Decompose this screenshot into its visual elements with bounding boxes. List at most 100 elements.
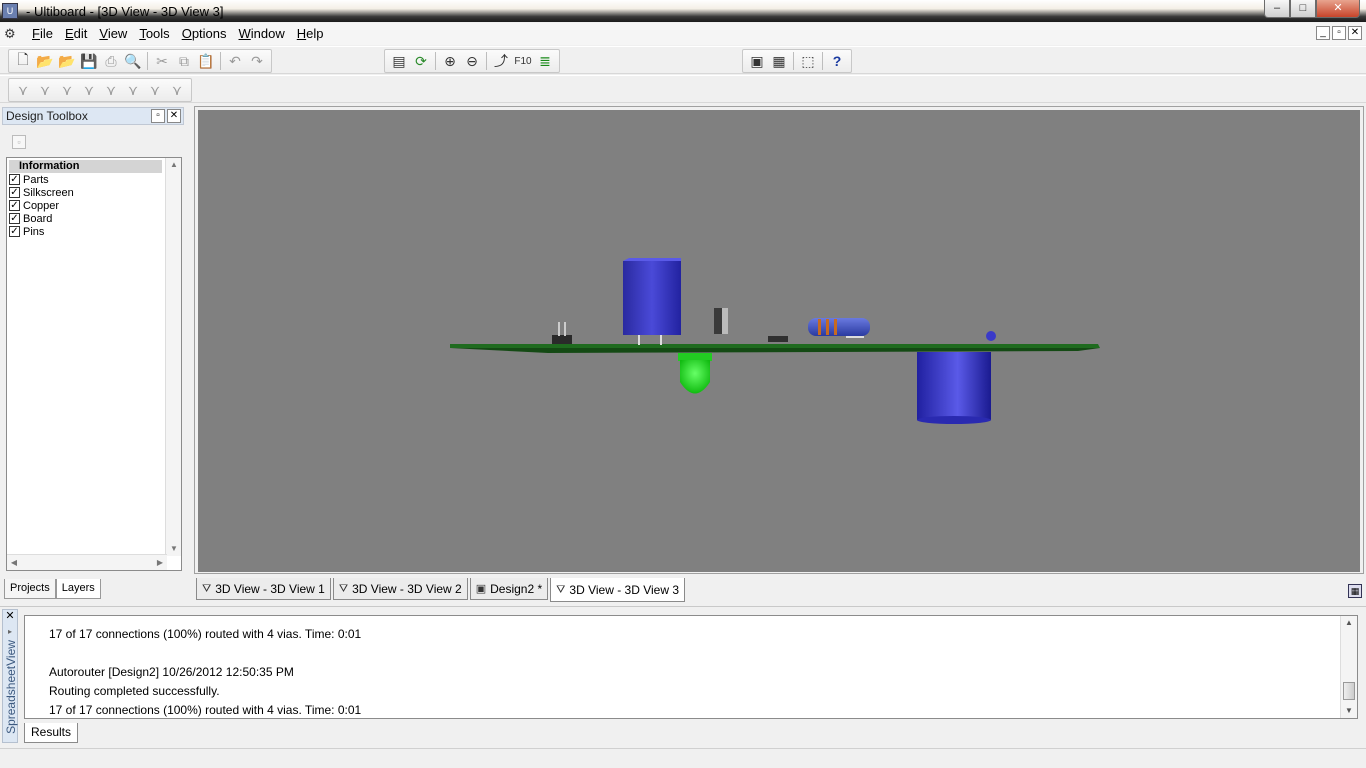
scroll-up-icon[interactable]: ▲ xyxy=(1341,616,1357,630)
toolbox-pin-button[interactable]: ▫ xyxy=(151,109,165,123)
toolbar-separator xyxy=(147,52,148,70)
scroll-down-icon[interactable]: ▼ xyxy=(1341,704,1357,718)
layer-list-horizontal-scrollbar[interactable]: ◀ ▶ xyxy=(7,554,167,570)
tab-3d-view-3[interactable]: ⛛ 3D View - 3D View 3 xyxy=(550,578,686,602)
tab-results[interactable]: Results xyxy=(24,723,79,743)
layer-list-vertical-scrollbar[interactable]: ▲ ▼ xyxy=(165,158,181,556)
menu-edit[interactable]: Edit xyxy=(59,24,93,44)
print-preview-icon[interactable]: 🔍 xyxy=(122,51,144,71)
resistor-band xyxy=(834,319,837,335)
viewport-frame xyxy=(194,106,1364,574)
new-file-icon[interactable]: 🗋 xyxy=(12,51,34,71)
tab-3d-view-2[interactable]: ⛛ 3D View - 3D View 2 xyxy=(332,578,468,600)
results-output: 17 of 17 connections (100%) routed with … xyxy=(24,615,1358,719)
minimize-button[interactable]: – xyxy=(1264,0,1290,18)
layer-item-copper[interactable]: ✓ Copper xyxy=(9,199,59,212)
ultiboard-app-icon[interactable]: U xyxy=(2,3,18,19)
window-tile-icon[interactable]: ▦ xyxy=(1348,584,1362,598)
ic-chip xyxy=(768,336,788,342)
print-icon[interactable]: ⎙ xyxy=(100,51,122,71)
filter-attributes-icon[interactable]: ⋎ xyxy=(144,80,166,100)
design-toolbox-title: Design Toolbox xyxy=(6,109,88,123)
3d-viewport[interactable] xyxy=(198,110,1360,572)
mdi-close-button[interactable]: ✕ xyxy=(1348,26,1362,40)
pcb-board xyxy=(450,344,1100,348)
menu-tools[interactable]: Tools xyxy=(133,24,175,44)
menu-window[interactable]: Window xyxy=(233,24,291,44)
copy-icon[interactable]: ⧉ xyxy=(173,51,195,71)
toolbar-separator xyxy=(435,52,436,70)
tab-label: 3D View - 3D View 1 xyxy=(215,581,325,596)
cut-icon[interactable]: ✂ xyxy=(151,51,173,71)
title-bar: U - Ultiboard - [3D View - 3D View 3] – … xyxy=(0,0,1366,22)
silkscreen-checkbox[interactable]: ✓ xyxy=(9,187,20,198)
filter-vias-icon[interactable]: ⋎ xyxy=(78,80,100,100)
filter-pins-icon[interactable]: ⋎ xyxy=(34,80,56,100)
toolbox-toggle-icon[interactable]: ▣ xyxy=(746,51,768,71)
design-toolbox: Design Toolbox ▫ ✕ ▫ Information ✓ Parts… xyxy=(2,107,184,599)
help-icon[interactable]: ? xyxy=(826,51,848,71)
filter-copper-icon[interactable]: ⋎ xyxy=(100,80,122,100)
filter-text-icon[interactable]: ⋎ xyxy=(122,80,144,100)
filter-traces-icon[interactable]: ⋎ xyxy=(56,80,78,100)
close-button[interactable]: ✕ xyxy=(1316,0,1360,18)
menu-options[interactable]: Options xyxy=(176,24,233,44)
scroll-right-icon[interactable]: ▶ xyxy=(153,555,167,571)
zoom-in-icon[interactable]: ⊕ xyxy=(439,51,461,71)
pins-checkbox[interactable]: ✓ xyxy=(9,226,20,237)
tab-projects[interactable]: Projects xyxy=(4,579,56,599)
filter-other-icon[interactable]: ⋎ xyxy=(166,80,188,100)
menu-help[interactable]: Help xyxy=(291,24,330,44)
header-connector xyxy=(552,335,572,344)
results-vertical-scrollbar[interactable]: ▲ ▼ xyxy=(1340,616,1357,718)
component-lead xyxy=(638,335,640,345)
zoom-out-icon[interactable]: ⊖ xyxy=(461,51,483,71)
tab-3d-view-1[interactable]: ⛛ 3D View - 3D View 1 xyxy=(196,578,331,600)
show-all-icon[interactable]: ▤ xyxy=(388,51,410,71)
scroll-left-icon[interactable]: ◀ xyxy=(7,555,21,571)
menu-view[interactable]: View xyxy=(93,24,133,44)
filter-parts-icon[interactable]: ⋎ xyxy=(12,80,34,100)
selection-box-icon[interactable]: ⬚ xyxy=(797,51,819,71)
menu-file[interactable]: File xyxy=(26,24,59,44)
resistor-body xyxy=(808,318,870,336)
redraw-icon[interactable]: ⟳ xyxy=(410,51,432,71)
parts-checkbox[interactable]: ✓ xyxy=(9,174,20,185)
scroll-up-icon[interactable]: ▲ xyxy=(166,158,182,172)
undo-icon[interactable]: ↶ xyxy=(224,51,246,71)
layer-item-pins[interactable]: ✓ Pins xyxy=(9,225,44,238)
toolbox-close-button[interactable]: ✕ xyxy=(167,109,181,123)
open-file-icon[interactable]: 📂 xyxy=(56,51,78,71)
layer-stack-icon[interactable]: ≣ xyxy=(534,51,556,71)
zoom-selection-icon[interactable]: ⤴ xyxy=(490,51,512,71)
scroll-thumb[interactable] xyxy=(1343,682,1355,700)
transistor-tab xyxy=(722,308,728,334)
mdi-minimize-button[interactable]: _ xyxy=(1316,26,1330,40)
scroll-down-icon[interactable]: ▼ xyxy=(166,542,182,556)
layer-item-parts[interactable]: ✓ Parts xyxy=(9,173,49,186)
paste-icon[interactable]: 📋 xyxy=(195,51,217,71)
full-screen-icon[interactable]: F10 xyxy=(512,51,534,71)
led-body xyxy=(680,360,710,394)
layer-item-silkscreen[interactable]: ✓ Silkscreen xyxy=(9,186,74,199)
layer-settings-icon[interactable]: ▫ xyxy=(12,135,26,149)
maximize-button[interactable]: □ xyxy=(1290,0,1316,18)
tab-label: 3D View - 3D View 3 xyxy=(569,582,680,597)
panel-close-icon[interactable]: ✕ xyxy=(4,610,16,622)
open-folder-icon[interactable]: 📂 xyxy=(34,51,56,71)
main-toolbar-row: 🗋 📂 📂 💾 ⎙ 🔍 ✂ ⧉ 📋 ↶ ↷ ▤ ⟳ ⊕ ⊖ ⤴ F10 ≣ ▣ … xyxy=(0,46,1366,74)
document-system-icon[interactable]: ⚙ xyxy=(4,26,20,42)
resistor-band xyxy=(818,319,821,335)
copper-checkbox[interactable]: ✓ xyxy=(9,200,20,211)
save-icon[interactable]: 💾 xyxy=(78,51,100,71)
header-pin xyxy=(558,322,560,336)
spreadsheet-toggle-icon[interactable]: ▦ xyxy=(768,51,790,71)
board-checkbox[interactable]: ✓ xyxy=(9,213,20,224)
redo-icon[interactable]: ↷ xyxy=(246,51,268,71)
tab-design2[interactable]: ▣ Design2 * xyxy=(469,578,549,600)
layer-item-board[interactable]: ✓ Board xyxy=(9,212,52,225)
pcb-3d-render[interactable] xyxy=(198,110,1360,572)
window-title: - Ultiboard - [3D View - 3D View 3] xyxy=(26,3,224,19)
tab-layers[interactable]: Layers xyxy=(55,579,101,599)
mdi-restore-button[interactable]: ▫ xyxy=(1332,26,1346,40)
